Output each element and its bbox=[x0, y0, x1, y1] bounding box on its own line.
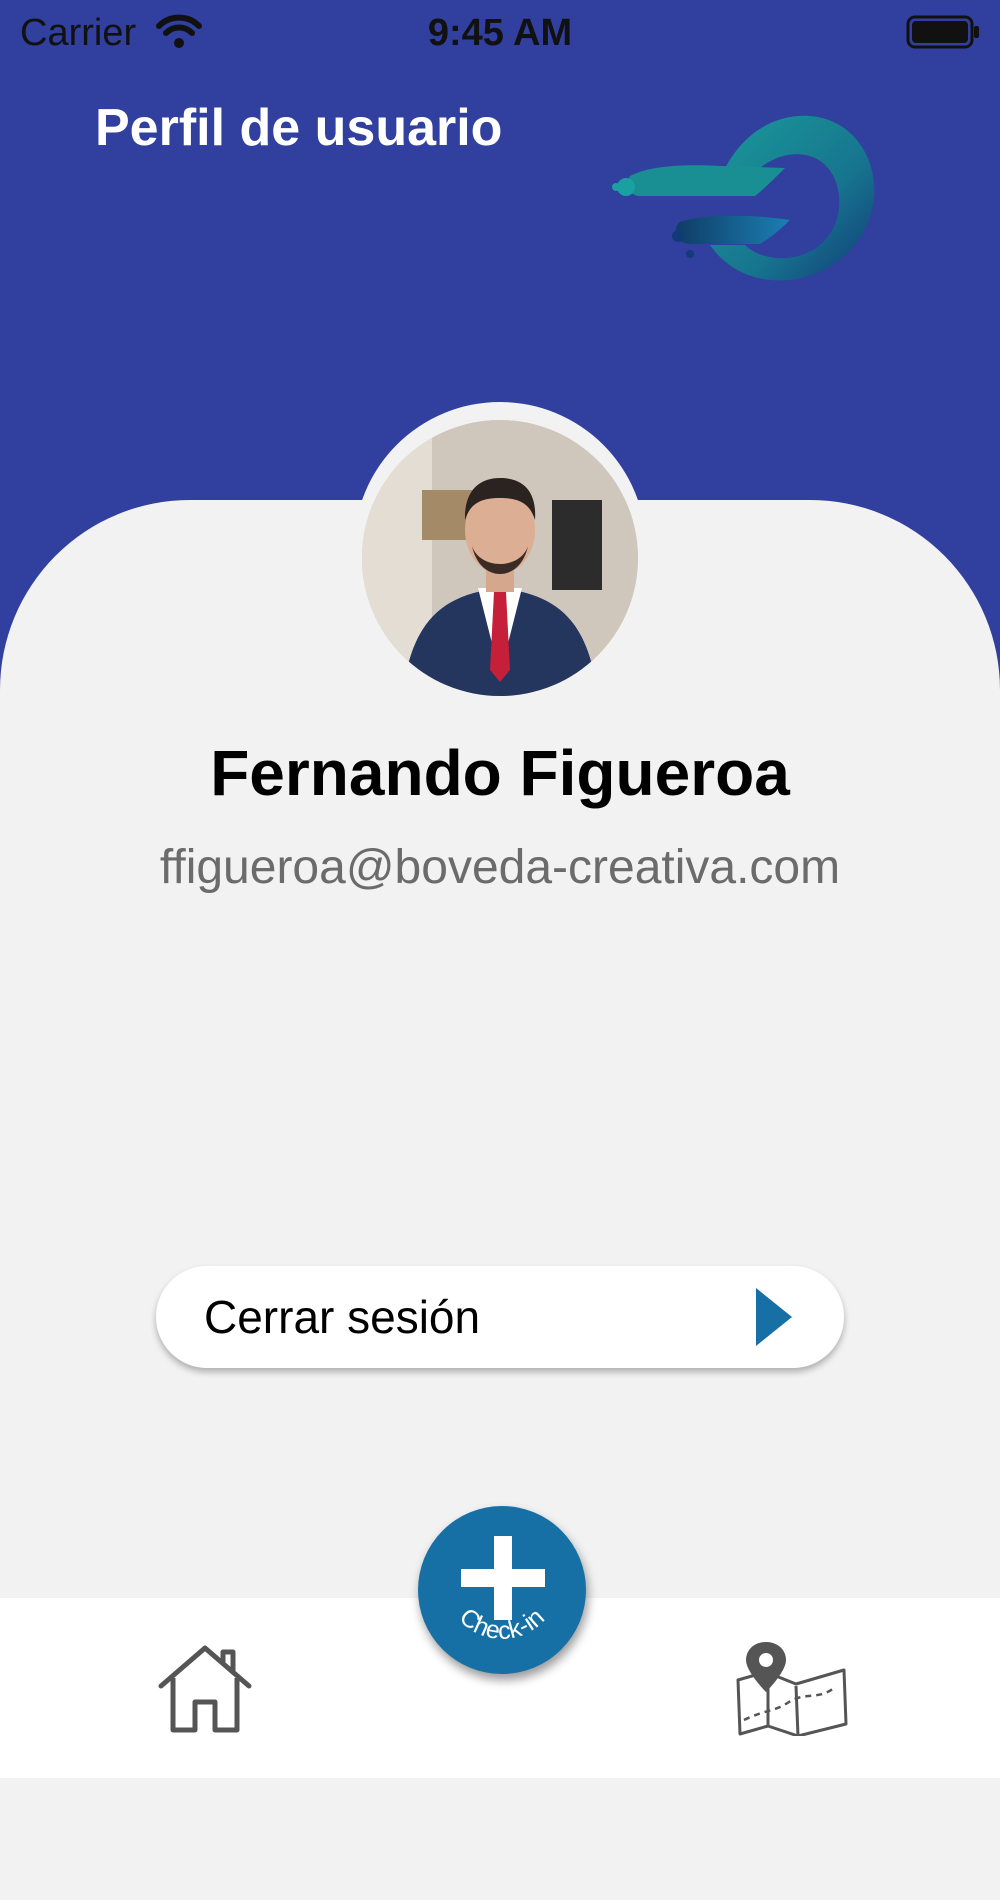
logout-label: Cerrar sesión bbox=[204, 1291, 481, 1343]
battery-icon bbox=[906, 14, 980, 50]
check-in-button[interactable]: Check-in bbox=[418, 1506, 586, 1674]
avatar bbox=[362, 420, 638, 696]
page-title: Perfil de usuario bbox=[95, 99, 503, 157]
user-email: ffigueroa@boveda-creativa.com bbox=[159, 841, 841, 894]
map-icon bbox=[736, 1642, 848, 1738]
brand-logo bbox=[610, 110, 882, 290]
status-time: 9:45 AM bbox=[427, 12, 573, 54]
status-bar: Carrier 9:45 AM bbox=[0, 0, 1000, 70]
chevron-right-icon bbox=[756, 1288, 792, 1346]
home-tab[interactable] bbox=[155, 1642, 255, 1734]
user-name: Fernando Figueroa bbox=[210, 737, 790, 809]
map-tab[interactable] bbox=[734, 1640, 850, 1738]
logout-button[interactable]: Cerrar sesión bbox=[156, 1266, 844, 1368]
home-icon bbox=[158, 1645, 252, 1733]
